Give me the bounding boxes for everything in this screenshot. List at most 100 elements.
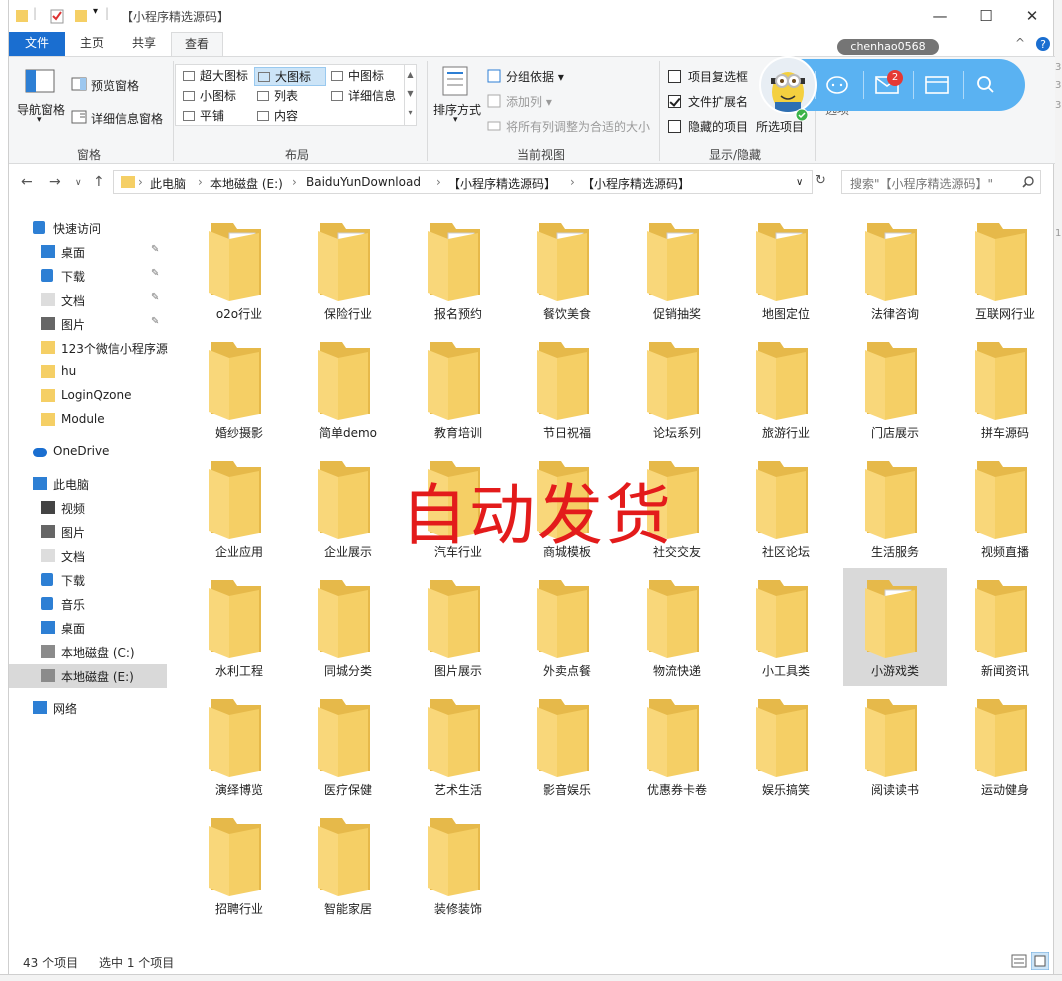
folder-item[interactable]: 小工具类 [734, 568, 838, 686]
file-extensions-checkbox[interactable] [668, 95, 681, 108]
nav-this-pc[interactable]: 此电脑 [9, 472, 167, 496]
chevron-down-icon[interactable]: ∨ [796, 177, 803, 188]
hidden-items-checkbox[interactable] [668, 120, 681, 133]
folder-item[interactable]: 影音娱乐 [515, 687, 619, 805]
hidden-items-label[interactable]: 隐藏的项目 [688, 118, 748, 135]
nav-quick-access[interactable]: 快速访问 [9, 216, 167, 240]
folder-item[interactable]: 法律咨询 [843, 211, 947, 329]
folder-item[interactable]: 促销抽奖 [625, 211, 729, 329]
item-checkboxes-label[interactable]: 项目复选框 [688, 68, 748, 85]
folder-item[interactable]: 论坛系列 [625, 330, 729, 448]
customize-quick-access-icon[interactable]: ▾ [93, 6, 98, 24]
preview-pane-button[interactable]: 预览窗格 [91, 77, 139, 94]
up-button[interactable]: ↑ [93, 174, 105, 190]
breadcrumb-drive-e[interactable]: 本地磁盘 (E:) [210, 175, 283, 192]
breadcrumb-this-pc[interactable]: 此电脑 [150, 175, 186, 192]
user-name-pill[interactable]: chenhao0568 [837, 39, 939, 55]
tab-share[interactable]: 共享 [119, 32, 169, 56]
folder-item[interactable]: 招聘行业 [187, 806, 291, 924]
folder-item[interactable]: 门店展示 [843, 330, 947, 448]
tab-view[interactable]: 查看 [171, 32, 223, 57]
file-extensions-label[interactable]: 文件扩展名 [688, 93, 748, 110]
nav-item-2[interactable]: 下载 ✎ [9, 264, 167, 288]
tab-home[interactable]: 主页 [67, 32, 117, 56]
folder-item[interactable]: 社区论坛 [734, 449, 838, 567]
minimize-button[interactable]: — [917, 4, 963, 28]
nav-item-8[interactable]: Module [9, 408, 167, 432]
layout-details[interactable]: 详细信息 [328, 87, 400, 106]
folder-item[interactable]: 餐饮美食 [515, 211, 619, 329]
folder-item[interactable]: 保险行业 [296, 211, 400, 329]
search-box[interactable]: 搜索"【小程序精选源码】" [841, 170, 1041, 194]
folder-item[interactable]: 企业应用 [187, 449, 291, 567]
folder-item[interactable]: 互联网行业 [953, 211, 1057, 329]
search-icon[interactable] [975, 75, 995, 95]
nav-pc-item-7[interactable]: 本地磁盘 (C:) [9, 640, 167, 664]
close-button[interactable]: ✕ [1009, 4, 1055, 28]
group-by-button[interactable]: 分组依据 ▾ [506, 68, 564, 85]
layout-extra-large-icons[interactable]: 超大图标 [180, 67, 252, 86]
large-icons-view-icon[interactable] [1031, 952, 1049, 970]
collapse-ribbon-icon[interactable]: ^ [1015, 36, 1025, 50]
folder-item[interactable]: 婚纱摄影 [187, 330, 291, 448]
folder-item[interactable]: 旅游行业 [734, 330, 838, 448]
back-button[interactable]: ← [21, 174, 33, 190]
fit-columns-button[interactable]: 将所有列调整为合适的大小 [506, 118, 650, 135]
folder-item[interactable]: 小游戏类 [843, 568, 947, 686]
layout-tiles[interactable]: 平铺 [180, 107, 252, 126]
breadcrumb-folder-1[interactable]: 【小程序精选源码】 [448, 175, 556, 192]
nav-item-3[interactable]: 文档 ✎ [9, 288, 167, 312]
folder-item[interactable]: 装修装饰 [406, 806, 510, 924]
nav-pc-item-5[interactable]: 音乐 [9, 592, 167, 616]
properties-icon[interactable] [49, 7, 65, 25]
details-view-icon[interactable] [1011, 954, 1027, 968]
layout-large-icons[interactable]: 大图标 [254, 67, 326, 86]
new-folder-icon[interactable] [73, 7, 89, 25]
folder-item[interactable]: 简单demo [296, 330, 400, 448]
folder-item[interactable]: 教育培训 [406, 330, 510, 448]
folder-item[interactable]: 同城分类 [296, 568, 400, 686]
help-icon[interactable]: ? [1035, 36, 1051, 52]
folder-item[interactable]: 艺术生活 [406, 687, 510, 805]
folder-item[interactable]: 新闻资讯 [953, 568, 1057, 686]
add-columns-button[interactable]: 添加列 ▾ [506, 93, 552, 110]
breadcrumb-folder-2[interactable]: 【小程序精选源码】 [582, 175, 690, 192]
folder-item[interactable]: 医疗保健 [296, 687, 400, 805]
forward-button[interactable]: → [49, 174, 61, 190]
layout-medium-icons[interactable]: 中图标 [328, 67, 400, 86]
folder-item[interactable]: 水利工程 [187, 568, 291, 686]
details-pane-button[interactable]: 详细信息窗格 [91, 110, 163, 127]
recent-locations-button[interactable]: ∨ [75, 178, 82, 188]
folder-item[interactable]: 生活服务 [843, 449, 947, 567]
nav-item-6[interactable]: hu [9, 360, 167, 384]
nav-pc-item-2[interactable]: 图片 [9, 520, 167, 544]
nav-network[interactable]: 网络 [9, 696, 167, 720]
nav-pc-item-8[interactable]: 本地磁盘 (E:) [9, 664, 167, 688]
folder-item[interactable]: 运动健身 [953, 687, 1057, 805]
folder-item[interactable]: 智能家居 [296, 806, 400, 924]
nav-pc-item-4[interactable]: 下载 [9, 568, 167, 592]
layout-small-icons[interactable]: 小图标 [180, 87, 252, 106]
folder-item[interactable]: 地图定位 [734, 211, 838, 329]
maximize-button[interactable]: ☐ [963, 4, 1009, 28]
folder-item[interactable]: 优惠券卡卷 [625, 687, 729, 805]
nav-item-1[interactable]: 桌面 ✎ [9, 240, 167, 264]
refresh-button[interactable]: ↻ [815, 173, 826, 188]
tab-file[interactable]: 文件 [9, 32, 65, 56]
folder-item[interactable]: 图片展示 [406, 568, 510, 686]
folder-item[interactable]: 企业展示 [296, 449, 400, 567]
layout-content[interactable]: 内容 [254, 107, 326, 126]
layout-list[interactable]: 列表 [254, 87, 326, 106]
chat-icon[interactable] [825, 74, 849, 96]
nav-item-7[interactable]: LoginQzone [9, 384, 167, 408]
nav-pc-item-6[interactable]: 桌面 [9, 616, 167, 640]
nav-pc-item-1[interactable]: 视频 [9, 496, 167, 520]
folder-item[interactable]: 演绎博览 [187, 687, 291, 805]
folder-item[interactable]: 节日祝福 [515, 330, 619, 448]
layout-scroll[interactable]: ▲ ▼ ▾ [404, 65, 416, 125]
folder-item[interactable]: 拼车源码 [953, 330, 1057, 448]
item-checkboxes-checkbox[interactable] [668, 70, 681, 83]
folder-item[interactable]: 娱乐搞笑 [734, 687, 838, 805]
folder-item[interactable]: o2o行业 [187, 211, 291, 329]
nav-onedrive[interactable]: OneDrive [9, 440, 167, 464]
